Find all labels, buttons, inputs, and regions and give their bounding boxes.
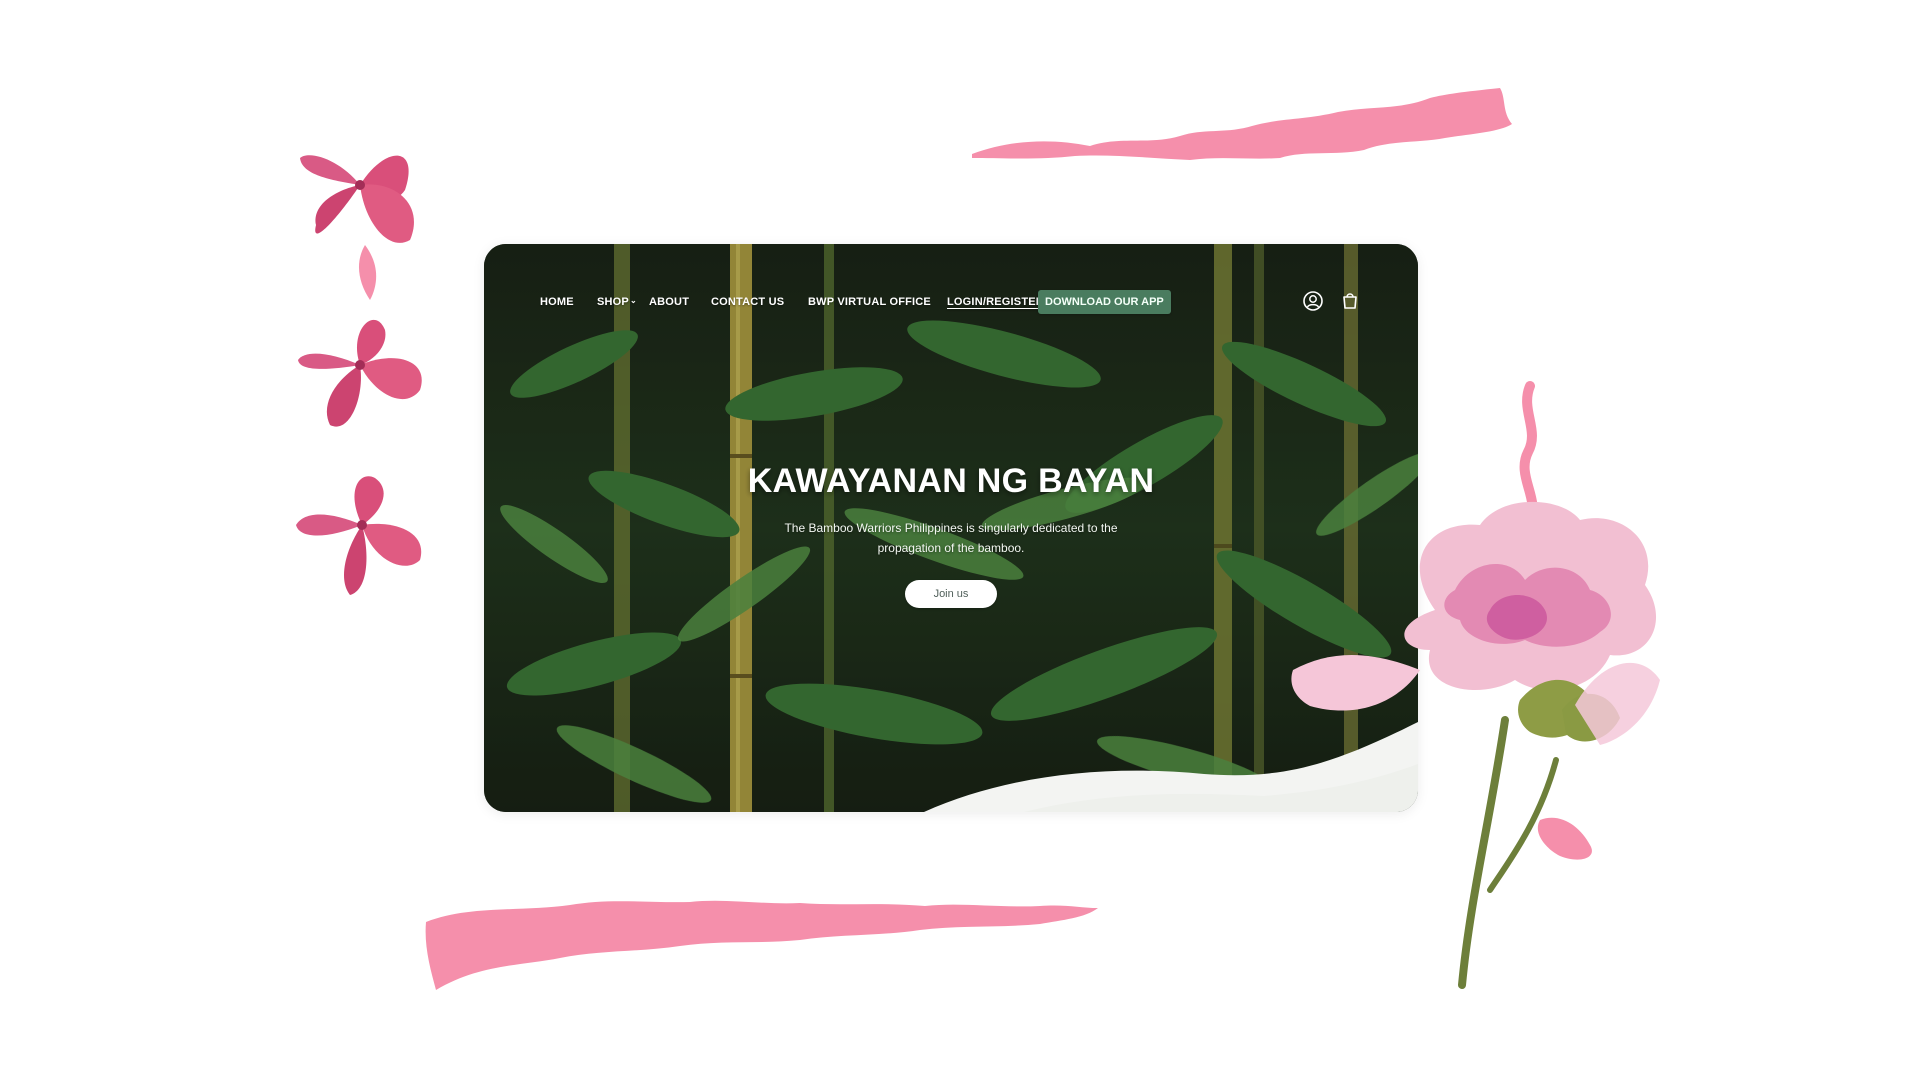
rose-illustration xyxy=(1291,501,1660,989)
page-canvas: HOME SHOP ⌄ ABOUT CONTACT US BWP VIRTUAL… xyxy=(0,0,1920,1080)
